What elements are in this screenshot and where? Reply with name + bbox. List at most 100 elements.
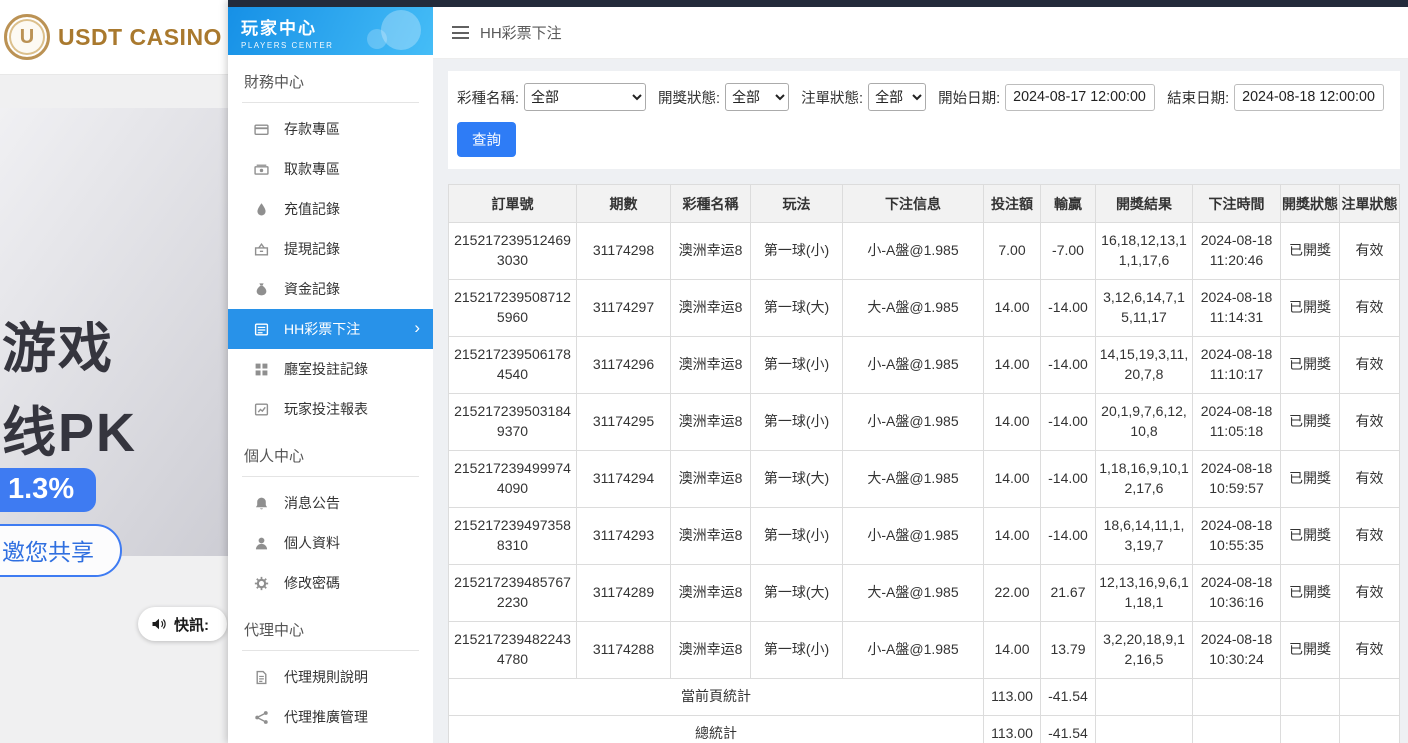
- issue-cell: 31174298: [577, 223, 671, 280]
- table-row: 215217239512469303031174298澳洲幸运8第一球(小)小-…: [449, 223, 1400, 280]
- column-header: 輸贏: [1041, 185, 1096, 223]
- sidebar-item-label: 修改密碼: [284, 573, 340, 593]
- user-icon: [254, 536, 269, 551]
- sidebar-item[interactable]: 存款專區: [228, 109, 433, 149]
- order-status-cell: 有效: [1340, 451, 1400, 508]
- column-header: 開獎狀態: [1281, 185, 1340, 223]
- table-row: 215217239508712596031174297澳洲幸运8第一球(大)大-…: [449, 280, 1400, 337]
- sidebar-item[interactable]: 修改密碼: [228, 563, 433, 603]
- draw-status-cell: 已開獎: [1281, 394, 1340, 451]
- draw-status-cell: 已開獎: [1281, 508, 1340, 565]
- order-status-cell: 有效: [1340, 508, 1400, 565]
- issue-cell: 31174289: [577, 565, 671, 622]
- sidebar-item-label: 取款專區: [284, 159, 340, 179]
- sidebar-item[interactable]: 代理規則說明: [228, 657, 433, 697]
- bet-info-cell: 小-A盤@1.985: [843, 337, 984, 394]
- summary-win-loss: -41.54: [1041, 716, 1096, 743]
- sidebar-item[interactable]: 廳室投註記錄: [228, 349, 433, 389]
- draw-status-select[interactable]: 全部: [725, 83, 789, 111]
- table-row: 215217239485767223031174289澳洲幸运8第一球(大)大-…: [449, 565, 1400, 622]
- order-status-cell: 有效: [1340, 622, 1400, 679]
- end-date-input[interactable]: [1234, 84, 1384, 111]
- banner-text-line2: 线PK: [2, 388, 137, 467]
- sidebar-item[interactable]: HH彩票下注›: [228, 309, 433, 349]
- win-loss-cell: 13.79: [1041, 622, 1096, 679]
- sidebar-item[interactable]: 充值記錄: [228, 189, 433, 229]
- draw-status-cell: 已開獎: [1281, 451, 1340, 508]
- draw-result-cell: 1,18,16,9,10,12,17,6: [1096, 451, 1193, 508]
- play-type-cell: 第一球(大): [751, 565, 843, 622]
- deposit-card-icon: [254, 122, 269, 137]
- bet-info-cell: 大-A盤@1.985: [843, 280, 984, 337]
- sidebar-item-label: 廳室投註記錄: [284, 359, 368, 379]
- bet-time-cell: 2024-08-18 10:55:35: [1193, 508, 1281, 565]
- draw-result-cell: 3,2,20,18,9,12,16,5: [1096, 622, 1193, 679]
- win-loss-cell: -14.00: [1041, 451, 1096, 508]
- bet-amount-cell: 7.00: [984, 223, 1041, 280]
- bet-info-cell: 大-A盤@1.985: [843, 565, 984, 622]
- sidebar-item[interactable]: 消息公告: [228, 483, 433, 523]
- summary-label: 總統計: [449, 716, 984, 743]
- draw-result-cell: 12,13,16,9,6,11,18,1: [1096, 565, 1193, 622]
- summary-empty-cell: [1340, 679, 1400, 716]
- bet-time-cell: 2024-08-18 11:10:17: [1193, 337, 1281, 394]
- sidebar-item[interactable]: 資金記錄: [228, 269, 433, 309]
- draw-result-cell: 20,1,9,7,6,12,10,8: [1096, 394, 1193, 451]
- order-status-cell: 有效: [1340, 223, 1400, 280]
- bet-amount-cell: 14.00: [984, 280, 1041, 337]
- players-center-panel: 玩家中心 PLAYERS CENTER 財務中心存款專區取款專區充值記錄提現記錄…: [228, 0, 1408, 743]
- win-loss-cell: 21.67: [1041, 565, 1096, 622]
- order-status-cell: 有效: [1340, 565, 1400, 622]
- sidebar-item[interactable]: 提現記錄: [228, 229, 433, 269]
- column-header: 彩種名稱: [671, 185, 751, 223]
- order-status-select[interactable]: 全部: [868, 83, 926, 111]
- issue-cell: 31174294: [577, 451, 671, 508]
- sidebar-sections: 財務中心存款專區取款專區充值記錄提現記錄資金記錄HH彩票下注›廳室投註記錄玩家投…: [228, 71, 433, 737]
- sidebar-section-title: 個人中心: [242, 445, 419, 477]
- sidebar-subtitle: PLAYERS CENTER: [241, 41, 433, 50]
- draw-result-cell: 16,18,12,13,11,1,17,6: [1096, 223, 1193, 280]
- background-site-header: U USDT CASINO: [0, 0, 228, 75]
- issue-cell: 31174297: [577, 280, 671, 337]
- lottery-name-cell: 澳洲幸运8: [671, 223, 751, 280]
- table-header-row: 訂單號期數彩種名稱玩法下注信息投注額輸贏開獎結果下注時間開獎狀態注單狀態: [449, 185, 1400, 223]
- news-ticker: 快訊:: [138, 607, 227, 641]
- sidebar-item[interactable]: 取款專區: [228, 149, 433, 189]
- withdraw-record-icon: [254, 242, 269, 257]
- column-header: 下注信息: [843, 185, 984, 223]
- order-no-cell: 2152172394822434780: [449, 622, 577, 679]
- bet-info-cell: 大-A盤@1.985: [843, 451, 984, 508]
- banner-text-line1: 游戏: [2, 304, 114, 383]
- bet-time-cell: 2024-08-18 11:20:46: [1193, 223, 1281, 280]
- report-icon: [254, 402, 269, 417]
- sidebar-item[interactable]: 個人資料: [228, 523, 433, 563]
- sidebar-item-label: 代理規則說明: [284, 667, 368, 687]
- draw-result-cell: 3,12,6,14,7,15,11,17: [1096, 280, 1193, 337]
- lottery-name-select[interactable]: 全部: [524, 83, 646, 111]
- bet-time-cell: 2024-08-18 10:30:24: [1193, 622, 1281, 679]
- sidebar-item[interactable]: 代理推廣管理: [228, 697, 433, 737]
- sidebar-item-label: 個人資料: [284, 533, 340, 553]
- order-status-cell: 有效: [1340, 280, 1400, 337]
- sidebar-header: 玩家中心 PLAYERS CENTER: [228, 7, 433, 55]
- summary-win-loss: -41.54: [1041, 679, 1096, 716]
- order-no-cell: 2152172394857672230: [449, 565, 577, 622]
- lottery-name-cell: 澳洲幸运8: [671, 394, 751, 451]
- end-date-label: 結束日期:: [1167, 87, 1229, 108]
- sidebar: 玩家中心 PLAYERS CENTER 財務中心存款專區取款專區充值記錄提現記錄…: [228, 7, 433, 743]
- start-date-input[interactable]: [1005, 84, 1155, 111]
- summary-empty-cell: [1096, 679, 1193, 716]
- background-page: U USDT CASINO 游戏 线PK 1.3% 邀您共享 快訊:: [0, 0, 228, 743]
- lottery-name-cell: 澳洲幸运8: [671, 280, 751, 337]
- bet-amount-cell: 14.00: [984, 394, 1041, 451]
- play-type-cell: 第一球(小): [751, 622, 843, 679]
- order-status-cell: 有效: [1340, 394, 1400, 451]
- play-type-cell: 第一球(大): [751, 451, 843, 508]
- lottery-name-cell: 澳洲幸运8: [671, 451, 751, 508]
- win-loss-cell: -14.00: [1041, 508, 1096, 565]
- bet-time-cell: 2024-08-18 10:36:16: [1193, 565, 1281, 622]
- query-button[interactable]: 查詢: [457, 122, 516, 157]
- menu-hamburger-icon[interactable]: [452, 26, 469, 39]
- sidebar-item[interactable]: 玩家投注報表: [228, 389, 433, 429]
- order-no-cell: 2152172394999744090: [449, 451, 577, 508]
